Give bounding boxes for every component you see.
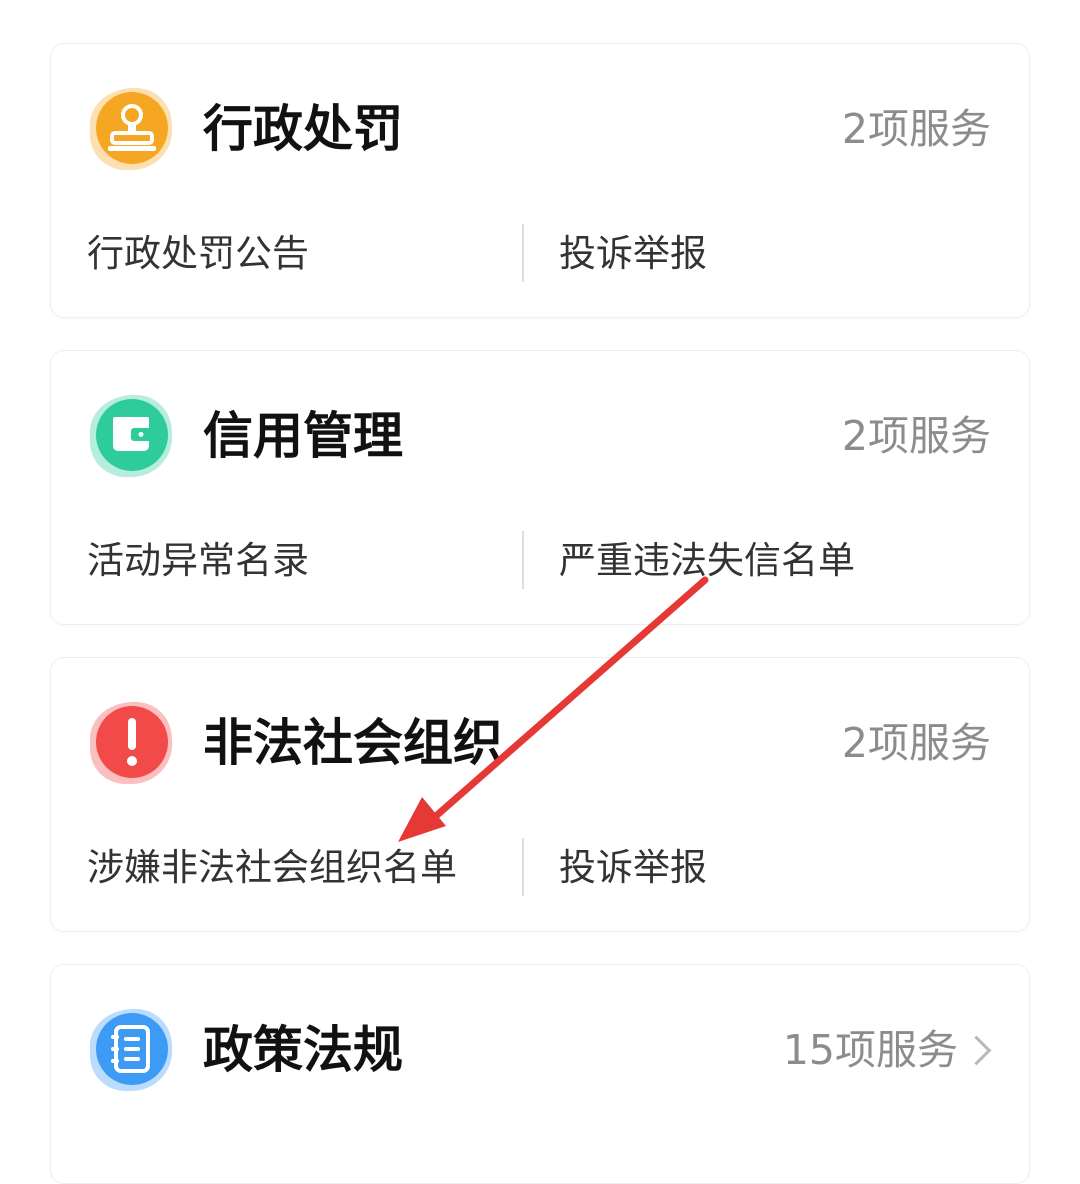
card-header[interactable]: 行政处罚 2项服务 — [51, 44, 1029, 216]
card-administrative-penalty: 行政处罚 2项服务 行政处罚公告 投诉举报 — [50, 43, 1030, 318]
service-count[interactable]: 2项服务 — [842, 101, 991, 157]
card-policies-regulations: 政策法规 15项服务 — [50, 964, 1030, 1184]
service-count-text: 15项服务 — [782, 1026, 958, 1074]
card-links: 活动异常名录 严重违法失信名单 — [51, 529, 1029, 593]
link-serious-dishonesty-list[interactable]: 严重违法失信名单 — [559, 529, 855, 593]
card-credit-management: 信用管理 2项服务 活动异常名录 严重违法失信名单 — [50, 350, 1030, 625]
wallet-icon — [86, 391, 176, 481]
notebook-icon — [86, 1005, 176, 1095]
card-title: 信用管理 — [203, 407, 403, 465]
stamp-icon — [86, 84, 176, 174]
service-count[interactable]: 15项服务 — [782, 1022, 992, 1078]
link-divider — [522, 838, 524, 896]
card-header[interactable]: 非法社会组织 2项服务 — [51, 658, 1029, 830]
card-title: 非法社会组织 — [203, 714, 503, 772]
link-administrative-penalty-notice[interactable]: 行政处罚公告 — [87, 222, 309, 286]
service-count[interactable]: 2项服务 — [842, 408, 991, 464]
link-divider — [522, 531, 524, 589]
exclamation-icon — [86, 698, 176, 788]
service-count[interactable]: 2项服务 — [842, 715, 991, 771]
card-header[interactable]: 信用管理 2项服务 — [51, 351, 1029, 523]
card-links: 涉嫌非法社会组织名单 投诉举报 — [51, 836, 1029, 900]
card-illegal-social-organization: 非法社会组织 2项服务 涉嫌非法社会组织名单 投诉举报 — [50, 657, 1030, 932]
service-count-text: 2项服务 — [841, 105, 991, 153]
link-suspected-illegal-org-list[interactable]: 涉嫌非法社会组织名单 — [87, 836, 457, 900]
card-title: 政策法规 — [203, 1021, 403, 1079]
link-abnormal-activity-list[interactable]: 活动异常名录 — [87, 529, 309, 593]
link-complaint-report[interactable]: 投诉举报 — [559, 836, 707, 900]
link-complaint-report[interactable]: 投诉举报 — [559, 222, 707, 286]
service-count-text: 2项服务 — [841, 412, 991, 460]
card-links: 行政处罚公告 投诉举报 — [51, 222, 1029, 286]
card-header[interactable]: 政策法规 15项服务 — [51, 965, 1029, 1137]
card-title: 行政处罚 — [203, 100, 403, 158]
link-divider — [522, 224, 524, 282]
chevron-right-icon — [961, 1035, 992, 1065]
service-count-text: 2项服务 — [841, 719, 991, 767]
